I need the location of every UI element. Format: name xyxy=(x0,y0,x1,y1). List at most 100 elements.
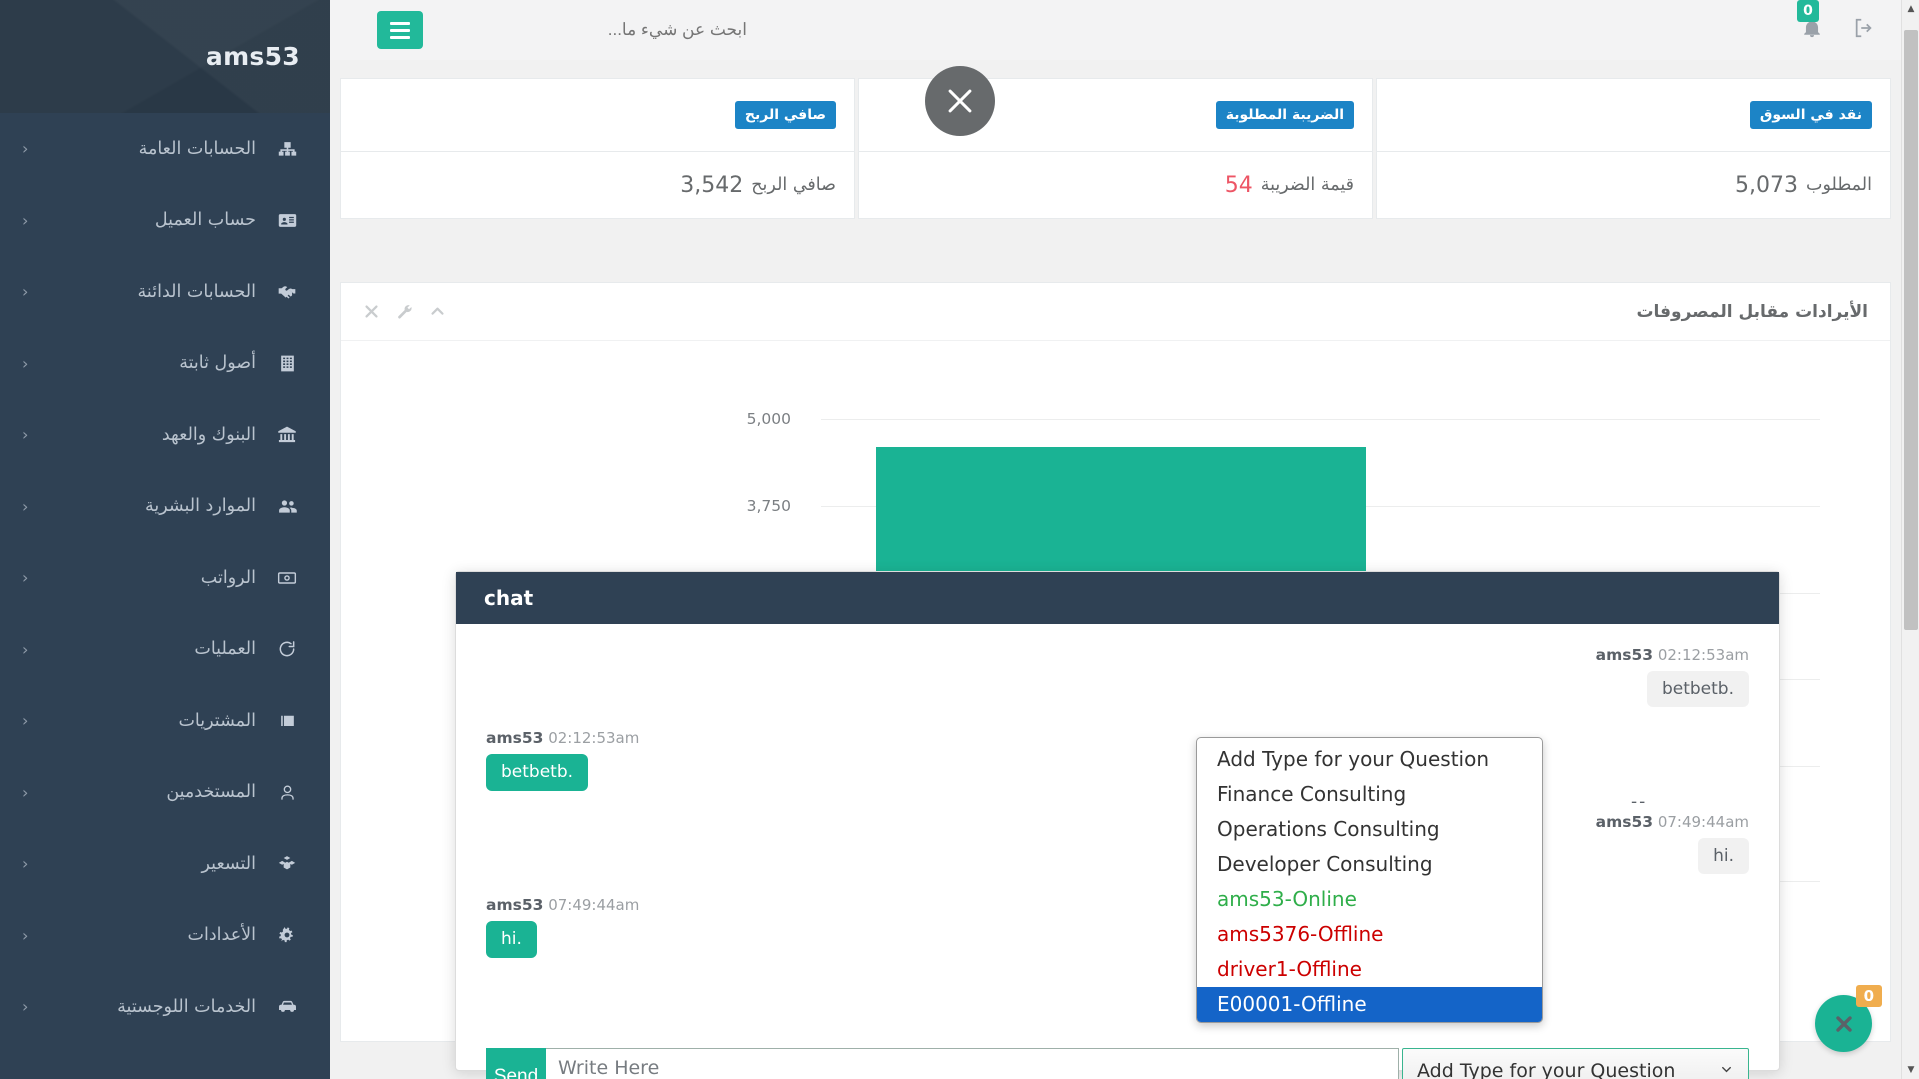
dropdown-option-4[interactable]: ams53-Online xyxy=(1197,882,1542,917)
chat-message-meta: ams53 07:49:44am xyxy=(486,813,1749,831)
collapse-icon[interactable] xyxy=(429,303,446,320)
chat-message-user: ams53 xyxy=(1595,812,1654,831)
dropdown-option-2[interactable]: Operations Consulting xyxy=(1197,812,1542,847)
sidebar-item-12[interactable]: الخدمات اللوجستية ‹ xyxy=(0,971,330,1043)
circle-arrow-icon xyxy=(274,639,300,659)
sidebar: ams53 الحسابات العامة ‹ حساب العميل ‹ الحساب… xyxy=(0,0,330,1079)
chat-message-bubble: hi. xyxy=(486,921,537,958)
status-badge[interactable]: الضريبة المطلوبة xyxy=(1215,101,1354,129)
chat-toggle-button[interactable]: 0 xyxy=(1815,985,1882,1052)
chat-message-user: ams53 xyxy=(1595,646,1654,664)
question-type-value: Add Type for your Question xyxy=(1417,1060,1676,1079)
sidebar-item-label: حساب العميل xyxy=(154,210,256,231)
dropdown-option-7[interactable]: E00001-Offline xyxy=(1197,987,1542,1022)
send-button[interactable]: Send xyxy=(486,1048,546,1079)
logout-icon[interactable] xyxy=(1853,17,1875,43)
chat-message-meta: ams53 02:12:53am xyxy=(486,646,1749,664)
id-card-icon xyxy=(274,211,300,230)
chat-message-meta: ams53 02:12:53am xyxy=(486,729,1749,747)
chat-window: chat -- ams53 02:12:53am betbetb. ams53 02… xyxy=(455,571,1780,1079)
status-badge[interactable]: نقد في السوق xyxy=(1749,101,1872,129)
chevron-left-icon: ‹ xyxy=(22,568,29,588)
chevron-left-icon: ‹ xyxy=(22,139,29,159)
page-title: الأيرادات مقابل المصروفات xyxy=(1636,301,1868,322)
sidebar-item-3[interactable]: أصول ثابتة ‹ xyxy=(0,328,330,400)
top-header: 0 xyxy=(330,0,1919,60)
sidebar-item-label: الرواتب xyxy=(200,567,256,588)
scroll-down-icon[interactable]: ▼ xyxy=(1902,1061,1919,1079)
sidebar-item-2[interactable]: الحسابات الدائنة ‹ xyxy=(0,256,330,328)
stat-value: 54 xyxy=(1224,172,1253,198)
close-icon[interactable] xyxy=(363,303,380,320)
chart-panel-header: الأيرادات مقابل المصروفات xyxy=(341,283,1890,341)
user-icon xyxy=(274,783,300,802)
chart-panel-tools xyxy=(363,303,446,320)
chevron-left-icon: ‹ xyxy=(22,282,29,302)
dropdown-option-5[interactable]: ams5376-Offline xyxy=(1197,917,1542,952)
chat-message-bubble: betbetb. xyxy=(486,754,589,791)
chat-message-time: 07:49:44am xyxy=(1657,812,1749,831)
chevron-left-icon: ‹ xyxy=(22,353,29,373)
stats-row: صافي الربح صافي الربح 3,542 الضريبة المطلوب… xyxy=(340,78,1891,219)
status-badge[interactable]: صافي الربح xyxy=(734,101,836,129)
chevron-left-icon: ‹ xyxy=(22,425,29,445)
dropdown-option-1[interactable]: Finance Consulting xyxy=(1197,777,1542,812)
car-icon xyxy=(274,996,300,1017)
chat-message-bubble: betbetb. xyxy=(1646,671,1749,708)
dropdown-option-6[interactable]: driver1-Offline xyxy=(1197,952,1542,987)
chat-message-user: ams53 xyxy=(486,729,544,748)
sidebar-item-8[interactable]: المشتريات ‹ xyxy=(0,685,330,757)
menu-icon[interactable] xyxy=(377,11,423,49)
stat-value: 3,542 xyxy=(680,172,744,198)
chevron-left-icon: ‹ xyxy=(22,711,29,731)
sidebar-item-10[interactable]: التسعير ‹ xyxy=(0,828,330,900)
briefcase-icon xyxy=(274,711,300,730)
stat-value: 5,073 xyxy=(1735,172,1799,198)
sidebar-item-label: البنوك والعهد xyxy=(161,424,256,445)
sidebar-item-4[interactable]: البنوك والعهد ‹ xyxy=(0,399,330,471)
sidebar-item-label: الحسابات الدائنة xyxy=(137,281,256,302)
chat-title: chat xyxy=(456,572,1779,624)
chat-message-user: ams53 xyxy=(486,896,544,915)
sidebar-item-label: التسعير xyxy=(201,853,256,874)
sidebar-item-1[interactable]: حساب العميل ‹ xyxy=(0,185,330,257)
search-input[interactable] xyxy=(447,20,747,40)
close-icon[interactable] xyxy=(925,66,995,136)
scroll-up-icon[interactable]: ▲ xyxy=(1902,0,1919,18)
dropdown-option-0[interactable]: Add Type for your Question xyxy=(1197,742,1542,777)
sitemap-icon xyxy=(274,139,300,158)
chat-message-bubble: hi. xyxy=(1698,837,1749,875)
wrench-icon[interactable] xyxy=(396,303,413,320)
sidebar-item-7[interactable]: العمليات ‹ xyxy=(0,614,330,686)
sidebar-item-0[interactable]: الحسابات العامة ‹ xyxy=(0,113,330,185)
sidebar-item-9[interactable]: المستخدمين ‹ xyxy=(0,757,330,829)
chevron-left-icon: ‹ xyxy=(22,854,29,874)
stat-card-2: صافي الربح صافي الربح 3,542 xyxy=(340,78,855,219)
page-scrollbar[interactable]: ▲ ▼ xyxy=(1901,0,1919,1079)
sidebar-item-label: المستخدمين xyxy=(166,782,256,803)
sidebar-nav: الحسابات العامة ‹ حساب العميل ‹ الحسابات الد… xyxy=(0,113,330,1043)
chat-message-time: 07:49:44am xyxy=(548,896,640,915)
chevron-left-icon: ‹ xyxy=(22,210,29,230)
sidebar-item-label: الخدمات اللوجستية xyxy=(117,996,256,1017)
scrollbar-thumb[interactable] xyxy=(1904,30,1918,630)
chat-message-time: 02:12:53am xyxy=(1657,646,1749,664)
sidebar-item-label: الأعدادات xyxy=(187,925,256,946)
sidebar-item-5[interactable]: الموارد البشرية ‹ xyxy=(0,471,330,543)
stat-card-top: نقد في السوق xyxy=(1377,79,1890,152)
chat-message-list: -- ams53 02:12:53am betbetb. ams53 02:12:5… xyxy=(456,624,1779,1014)
sidebar-brand[interactable]: ams53 xyxy=(0,0,330,113)
bell-icon[interactable]: 0 xyxy=(1797,0,1823,43)
question-type-dropdown[interactable]: Add Type for your Question Finance Consul… xyxy=(1196,737,1543,1023)
chat-input[interactable] xyxy=(546,1048,1399,1079)
building-icon xyxy=(274,354,300,373)
question-type-select[interactable]: Add Type for your Question xyxy=(1402,1048,1749,1079)
stat-card-body: المطلوب 5,073 xyxy=(1377,152,1890,218)
chat-message-meta: ams53 07:49:44am xyxy=(486,896,1749,914)
sidebar-item-6[interactable]: الرواتب ‹ xyxy=(0,542,330,614)
dropdown-option-3[interactable]: Developer Consulting xyxy=(1197,847,1542,882)
sidebar-item-11[interactable]: الأعدادات ‹ xyxy=(0,900,330,972)
handshake-icon xyxy=(274,282,300,302)
y-axis-tick: 5,000 xyxy=(746,410,791,428)
chevron-left-icon: ‹ xyxy=(22,782,29,802)
